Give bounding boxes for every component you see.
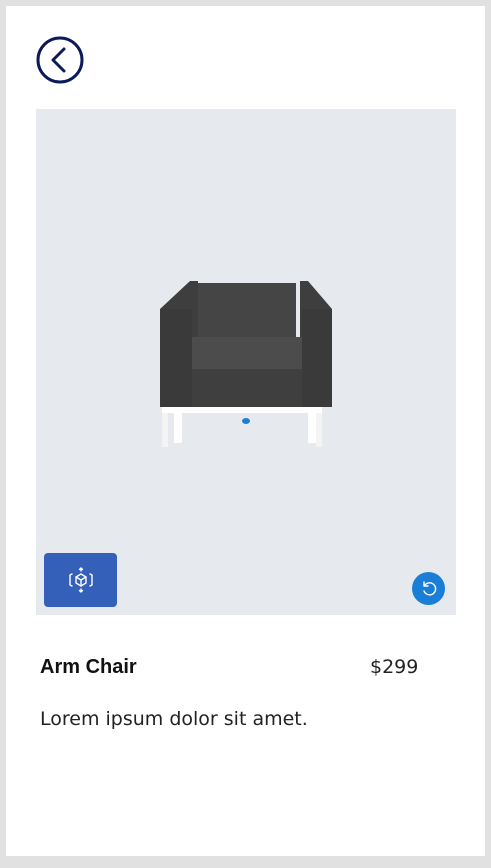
3d-model-viewer[interactable]	[36, 109, 456, 615]
back-button[interactable]	[36, 36, 84, 84]
reset-rotate-icon	[422, 580, 436, 596]
reset-view-button[interactable]	[412, 572, 445, 605]
view-in-ar-button[interactable]	[44, 553, 117, 607]
product-description: Lorem ipsum dolor sit amet.	[40, 708, 308, 730]
chevron-left-circle-icon	[36, 36, 84, 84]
ar-cube-icon	[68, 567, 93, 593]
app-screen: Arm Chair $299 Lorem ipsum dolor sit ame…	[6, 6, 485, 856]
product-price: $299	[370, 656, 419, 678]
arm-chair-model[interactable]	[156, 279, 336, 459]
product-name: Arm Chair	[40, 656, 137, 678]
